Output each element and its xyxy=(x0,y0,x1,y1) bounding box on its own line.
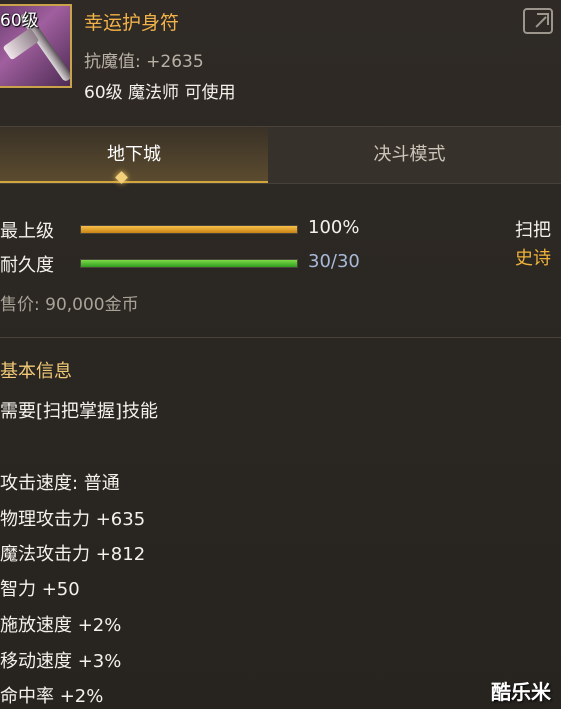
rarity-label: 史诗 xyxy=(515,248,551,269)
grade-value: 100% xyxy=(308,217,360,238)
tab-dungeon[interactable]: 地下城 xyxy=(0,127,268,183)
durability-bar-fill xyxy=(81,260,297,267)
grade-label: 最上级 xyxy=(0,221,54,242)
grade-bar-fill xyxy=(81,226,297,233)
item-tooltip-panel: 60级 幸运护身符 抗魔值: +2635 60级 魔法师 可使用 地下城 决斗模… xyxy=(0,0,561,709)
durability-bar xyxy=(80,259,298,268)
durability-label: 耐久度 xyxy=(0,255,54,276)
item-requirement: 60级 魔法师 可使用 xyxy=(84,83,236,103)
weapon-type: 扫把 xyxy=(515,220,551,241)
info-line: 施放速度 +2% xyxy=(0,615,122,636)
item-stat-line: 抗魔值: +2635 xyxy=(84,52,204,72)
info-line: 攻击速度: 普通 xyxy=(0,473,120,494)
info-line: 智力 +50 xyxy=(0,579,80,600)
section-title-basic-info: 基本信息 xyxy=(0,361,72,382)
item-level-badge: 60级 xyxy=(0,11,39,31)
tab-duel-mode[interactable]: 决斗模式 xyxy=(268,127,551,183)
info-line: 需要[扫把掌握]技能 xyxy=(0,401,159,422)
broom-head-shape xyxy=(2,27,40,61)
info-line: 命中率 +2% xyxy=(0,686,104,707)
info-line: 魔法攻击力 +812 xyxy=(0,544,146,565)
item-name: 幸运护身符 xyxy=(84,12,180,34)
info-line: 移动速度 +3% xyxy=(0,651,122,672)
share-icon[interactable] xyxy=(523,8,553,34)
mode-tabs: 地下城 决斗模式 xyxy=(0,126,561,184)
grade-bar xyxy=(80,225,298,234)
durability-value: 30/30 xyxy=(308,251,360,272)
divider xyxy=(0,337,561,338)
info-line: 物理攻击力 +635 xyxy=(0,509,146,530)
sell-price: 售价: 90,000金币 xyxy=(0,295,139,315)
watermark: 酷乐米 xyxy=(491,680,551,704)
